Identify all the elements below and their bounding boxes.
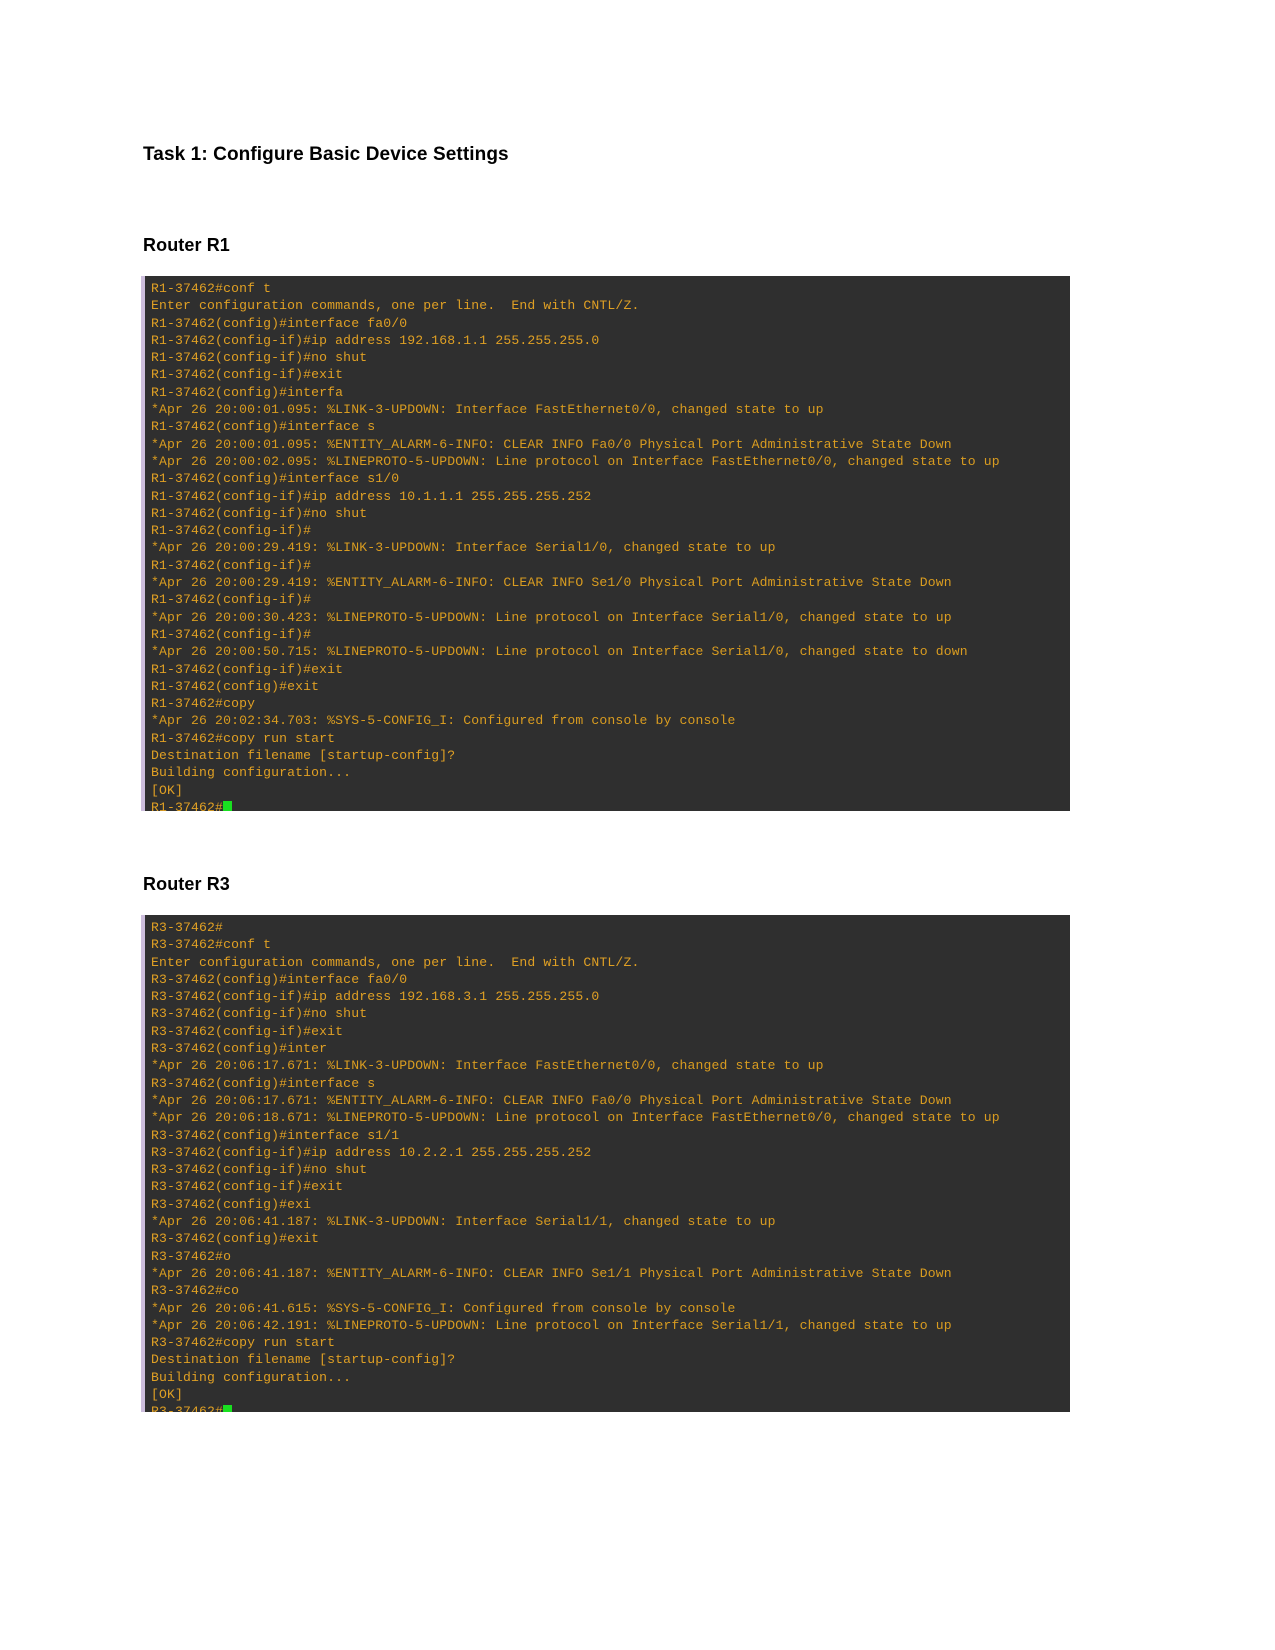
terminal-line: R3-37462(config)#exi [151,1196,312,1212]
terminal-output-r3: R3-37462# R3-37462#conf t Enter configurat… [145,915,1070,1412]
terminal-line: R1-37462(config)#interfa [151,384,344,400]
terminal-line: R1-37462(config-if)# [151,523,312,539]
terminal-line: R3-37462(config-if)#exit [151,1023,344,1039]
terminal-line: *Apr 26 20:00:01.095: %LINK-3-UPDOWN: In… [151,402,824,418]
terminal-line: R3-37462(config-if)#no shut [151,1006,368,1022]
terminal-line: R3-37462(config-if)#no shut [151,1162,368,1178]
terminal-line: R1-37462(config-if)#exit [151,367,344,383]
terminal-line: Building configuration... [151,1369,352,1385]
terminal-line: *Apr 26 20:06:41.187: %ENTITY_ALARM-6-IN… [151,1265,952,1281]
document-page: Task 1: Configure Basic Device Settings … [0,0,1275,1650]
terminal-line: Enter configuration commands, one per li… [151,298,640,314]
terminal-line: R1-37462(config)#interface fa0/0 [151,315,408,331]
terminal-line: *Apr 26 20:06:18.671: %LINEPROTO-5-UPDOW… [151,1110,1000,1126]
terminal-cursor [223,1405,233,1412]
terminal-line: *Apr 26 20:06:17.671: %ENTITY_ALARM-6-IN… [151,1092,952,1108]
terminal-line: R1-37462(config-if)#exit [151,661,344,677]
terminal-line: Destination filename [startup-config]? [151,1352,456,1368]
terminal-line: [OK] [151,1387,184,1403]
terminal-line: R3-37462# [151,920,224,935]
terminal-screenshot-r1: R1-37462#conf t Enter configuration comma… [141,276,1070,811]
terminal-line: R3-37462#conf t [151,937,272,953]
terminal-line: R1-37462#copy run start [151,730,336,746]
terminal-line: R3-37462(config)#interface s1/1 [151,1127,400,1143]
terminal-line: R3-37462#co [151,1283,240,1299]
terminal-line: R3-37462#copy run start [151,1335,336,1351]
terminal-line: *Apr 26 20:00:29.419: %LINK-3-UPDOWN: In… [151,540,776,556]
terminal-line: *Apr 26 20:06:41.615: %SYS-5-CONFIG_I: C… [151,1300,736,1316]
terminal-line: R1-37462(config-if)# [151,592,312,608]
terminal-line: R3-37462(config-if)#ip address 192.168.3… [151,989,600,1005]
terminal-prompt: R1-37462# [151,799,224,811]
terminal-line: R3-37462(config)#exit [151,1231,320,1247]
terminal-line: *Apr 26 20:02:34.703: %SYS-5-CONFIG_I: C… [151,713,736,729]
terminal-line: Building configuration... [151,765,352,781]
terminal-line: R1-37462#copy [151,696,256,712]
terminal-line: [OK] [151,782,184,798]
terminal-line: *Apr 26 20:00:29.419: %ENTITY_ALARM-6-IN… [151,575,952,591]
terminal-line: R1-37462(config-if)#no shut [151,350,368,366]
terminal-line: *Apr 26 20:06:42.191: %LINEPROTO-5-UPDOW… [151,1317,952,1333]
section-heading-router-r1: Router R1 [143,235,230,255]
terminal-line: R3-37462#o [151,1248,232,1264]
terminal-line: R3-37462(config)#interface fa0/0 [151,971,408,987]
section-heading-router-r3: Router R3 [143,874,230,894]
terminal-line: R3-37462(config-if)#ip address 10.2.2.1 … [151,1144,592,1160]
terminal-line: *Apr 26 20:00:50.715: %LINEPROTO-5-UPDOW… [151,644,968,660]
terminal-line: *Apr 26 20:00:02.095: %LINEPROTO-5-UPDOW… [151,453,1000,469]
terminal-line: R1-37462(config-if)# [151,626,312,642]
terminal-prompt: R3-37462# [151,1404,224,1412]
terminal-line: R1-37462(config)#interface s [151,419,376,435]
terminal-line: R1-37462(config)#interface s1/0 [151,471,400,487]
terminal-line: *Apr 26 20:00:30.423: %LINEPROTO-5-UPDOW… [151,609,952,625]
terminal-line: R3-37462(config-if)#exit [151,1179,344,1195]
terminal-line: *Apr 26 20:06:17.671: %LINK-3-UPDOWN: In… [151,1058,824,1074]
terminal-line: R1-37462#conf t [151,281,272,296]
terminal-line: R1-37462(config-if)#ip address 192.168.1… [151,332,600,348]
terminal-line: *Apr 26 20:00:01.095: %ENTITY_ALARM-6-IN… [151,436,952,452]
terminal-line: R3-37462(config)#interface s [151,1075,376,1091]
terminal-line: R1-37462(config-if)#no shut [151,505,368,521]
terminal-line: R1-37462(config)#exit [151,678,320,694]
terminal-line: R1-37462(config-if)#ip address 10.1.1.1 … [151,488,592,504]
terminal-line: R1-37462(config-if)# [151,557,312,573]
terminal-prompt-line: R1-37462# [151,799,1070,811]
terminal-prompt-line: R3-37462# [151,1403,1070,1412]
terminal-line: *Apr 26 20:06:41.187: %LINK-3-UPDOWN: In… [151,1214,776,1230]
terminal-line: R3-37462(config)#inter [151,1041,328,1057]
terminal-screenshot-r3: R3-37462# R3-37462#conf t Enter configurat… [141,915,1070,1412]
terminal-line: Enter configuration commands, one per li… [151,954,640,970]
terminal-output-r1: R1-37462#conf t Enter configuration comma… [145,276,1070,811]
page-title: Task 1: Configure Basic Device Settings [143,144,509,165]
terminal-cursor [223,800,233,811]
terminal-line: Destination filename [startup-config]? [151,748,456,764]
